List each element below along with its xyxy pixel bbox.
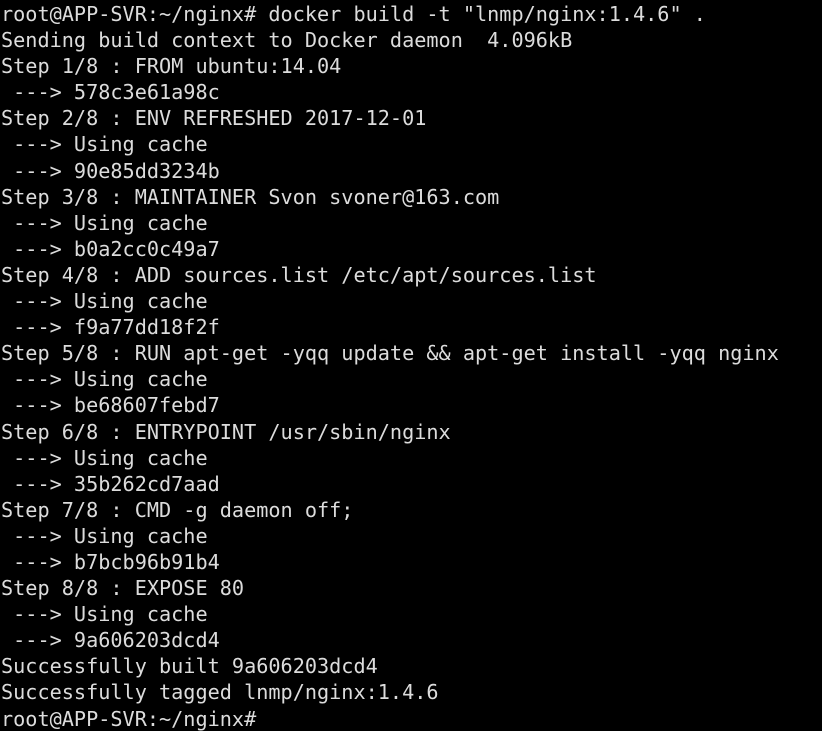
- terminal-line: ---> Using cache: [1, 602, 208, 627]
- terminal-output[interactable]: root@APP-SVR:~/nginx# docker build -t "l…: [0, 0, 822, 731]
- terminal-line: Step 6/8 : ENTRYPOINT /usr/sbin/nginx: [1, 419, 451, 444]
- terminal-line: Successfully tagged lnmp/nginx:1.4.6: [1, 680, 439, 705]
- terminal-line: ---> 90e85dd3234b: [1, 158, 220, 183]
- terminal-line: Step 3/8 : MAINTAINER Svon svoner@163.co…: [1, 184, 500, 209]
- terminal-line: Successfully built 9a606203dcd4: [1, 654, 378, 679]
- terminal-line: root@APP-SVR:~/nginx# docker build -t "l…: [1, 2, 706, 26]
- terminal-line: Sending build context to Docker daemon 4…: [1, 28, 573, 53]
- terminal-line: ---> 9a606203dcd4: [1, 628, 220, 653]
- terminal-line: ---> Using cache: [1, 210, 208, 235]
- terminal-line: ---> f9a77dd18f2f: [1, 315, 220, 340]
- terminal-line: ---> 35b262cd7aad: [1, 471, 220, 496]
- terminal-line: ---> b7bcb96b91b4: [1, 549, 220, 574]
- terminal-line: ---> Using cache: [1, 445, 208, 470]
- terminal-line: Step 8/8 : EXPOSE 80: [1, 576, 245, 601]
- terminal-line: ---> Using cache: [1, 132, 208, 157]
- terminal-line: ---> Using cache: [1, 289, 208, 314]
- terminal-line: Step 4/8 : ADD sources.list /etc/apt/sou…: [1, 262, 597, 287]
- terminal-line: ---> b0a2cc0c49a7: [1, 236, 220, 261]
- terminal-line: ---> be68607febd7: [1, 393, 220, 418]
- terminal-line: ---> 578c3e61a98c: [1, 80, 220, 105]
- terminal-line: Step 7/8 : CMD -g daemon off;: [1, 497, 354, 522]
- terminal-line: ---> Using cache: [1, 367, 208, 392]
- terminal-line: Step 2/8 : ENV REFRESHED 2017-12-01: [1, 106, 427, 131]
- terminal-line: Step 1/8 : FROM ubuntu:14.04: [1, 54, 342, 79]
- terminal-prompt-line[interactable]: root@APP-SVR:~/nginx#: [1, 706, 822, 731]
- terminal-line: ---> Using cache: [1, 523, 208, 548]
- terminal-line: Step 5/8 : RUN apt-get -yqq update && ap…: [1, 341, 779, 366]
